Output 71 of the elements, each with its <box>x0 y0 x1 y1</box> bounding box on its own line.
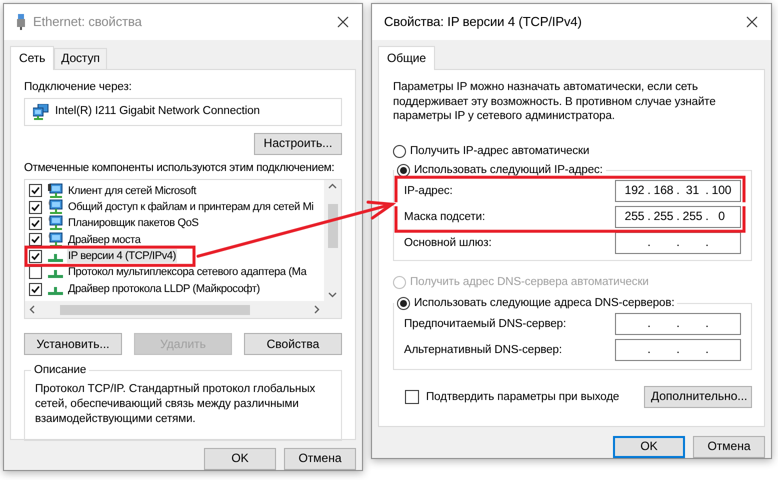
list-item[interactable]: Драйвер протокола LLDP (Майкрософт) <box>67 282 261 296</box>
adapter-name: Intel(R) I211 Gigabit Network Connection <box>55 104 260 119</box>
vertical-scrollbar[interactable] <box>324 180 341 302</box>
field-label: Альтернативный DNS-сервер: <box>404 342 562 358</box>
monitor-icon <box>48 232 64 248</box>
dialog-button[interactable]: Отмена <box>284 448 356 470</box>
scroll-thumb[interactable] <box>60 304 250 315</box>
window-title: Ethernet: свойства <box>33 14 143 30</box>
field-label: Основной шлюз: <box>404 236 492 251</box>
chevron-down-icon[interactable] <box>328 292 337 298</box>
radio-label[interactable]: Получить IP-адрес автоматически <box>410 144 590 160</box>
checkbox[interactable] <box>29 250 42 263</box>
monitor-icon <box>48 182 64 199</box>
list-item[interactable]: Драйвер моста <box>67 232 142 247</box>
checkbox[interactable] <box>29 200 42 214</box>
list-item[interactable]: IP версии 4 (TCP/IPv4) <box>67 249 177 264</box>
dialog-button[interactable]: OK <box>613 436 685 458</box>
checkbox[interactable] <box>405 390 419 404</box>
intro-text: Параметры IP можно назначать автоматически, если сеть поддерживает эту возможность. В противном случае узнайте параметры IP у сетевого администратора. <box>393 80 717 124</box>
field-label: IP-адрес: <box>404 184 453 199</box>
checkbox[interactable] <box>29 282 42 296</box>
section-label: Подключение через: <box>24 80 133 95</box>
radio-button[interactable] <box>397 297 410 310</box>
close-icon <box>337 16 349 28</box>
list-item[interactable]: Планировщик пакетов QoS <box>67 216 200 231</box>
connector-icon <box>48 286 63 296</box>
network-icon <box>33 104 49 120</box>
dns-address-field[interactable]: . . . <box>615 313 741 336</box>
list-item[interactable]: Общий доступ к файлам и принтерам для сетей Mi <box>67 200 315 214</box>
chevron-left-icon[interactable] <box>29 305 35 314</box>
dialog-button[interactable]: Установить... <box>24 333 122 356</box>
ip-address-field[interactable]: . . . <box>615 232 741 254</box>
window-title: Свойства: IP версии 4 (TCP/IPv4) <box>384 14 583 30</box>
monitor-icon <box>48 215 64 232</box>
chevron-up-icon[interactable] <box>328 183 337 190</box>
horizontal-scrollbar[interactable] <box>25 301 324 318</box>
scroll-thumb[interactable] <box>328 204 338 248</box>
checkbox[interactable] <box>29 266 42 280</box>
tab[interactable]: Доступ <box>54 48 107 69</box>
group-title: Описание <box>33 363 88 378</box>
tab[interactable]: Общие <box>378 46 435 70</box>
field-label: Предпочитаемый DNS-сервер: <box>404 316 566 332</box>
radio-label[interactable]: Использовать следующий IP-адрес: <box>414 163 603 178</box>
ip-address-field[interactable]: 255 . 255 . 255 . 0 <box>615 206 741 228</box>
field-label: Маска подсети: <box>404 210 486 225</box>
radio-label[interactable]: Использовать следующие адреса DNS-серверов: <box>414 296 674 312</box>
section-label: Отмеченные компоненты используются этим подключением: <box>24 160 336 176</box>
configure-button[interactable]: Настроить... <box>254 132 342 155</box>
checkbox[interactable] <box>29 216 42 230</box>
connector-icon <box>48 254 63 263</box>
checkbox[interactable] <box>29 233 42 246</box>
dialog-button[interactable]: OK <box>204 448 276 470</box>
chevron-right-icon[interactable] <box>314 305 320 314</box>
radio-label: Получить адрес DNS-сервера автоматически <box>410 275 649 290</box>
close-icon <box>746 16 758 28</box>
checkbox-label[interactable]: Подтвердить параметры при выходе <box>426 390 620 405</box>
ip-address-field[interactable]: 192 . 168 . 31 . 100 <box>615 180 741 202</box>
advanced-button[interactable]: Дополнительно... <box>644 386 752 408</box>
dialog-button[interactable]: Свойства <box>244 333 342 356</box>
radio-button[interactable] <box>397 164 410 178</box>
list-item[interactable]: Клиент для сетей Microsoft <box>67 184 198 198</box>
dns-address-field[interactable]: . . . <box>615 339 741 362</box>
tab[interactable]: Сеть <box>10 46 54 70</box>
connector-icon <box>48 270 63 280</box>
monitor-icon <box>48 199 64 216</box>
radio-button[interactable] <box>393 145 406 158</box>
dialog-button[interactable]: Отмена <box>693 436 765 458</box>
plug-icon <box>16 14 26 30</box>
checkbox[interactable] <box>29 184 42 198</box>
description-text: Протокол TCP/IP. Стандартный протокол глобальных сетей, обеспечивающий связь между различными взаимодействующими сетями. <box>35 382 316 428</box>
list-item[interactable]: Протокол мультиплексора сетевого адаптера (Ма <box>67 265 308 280</box>
